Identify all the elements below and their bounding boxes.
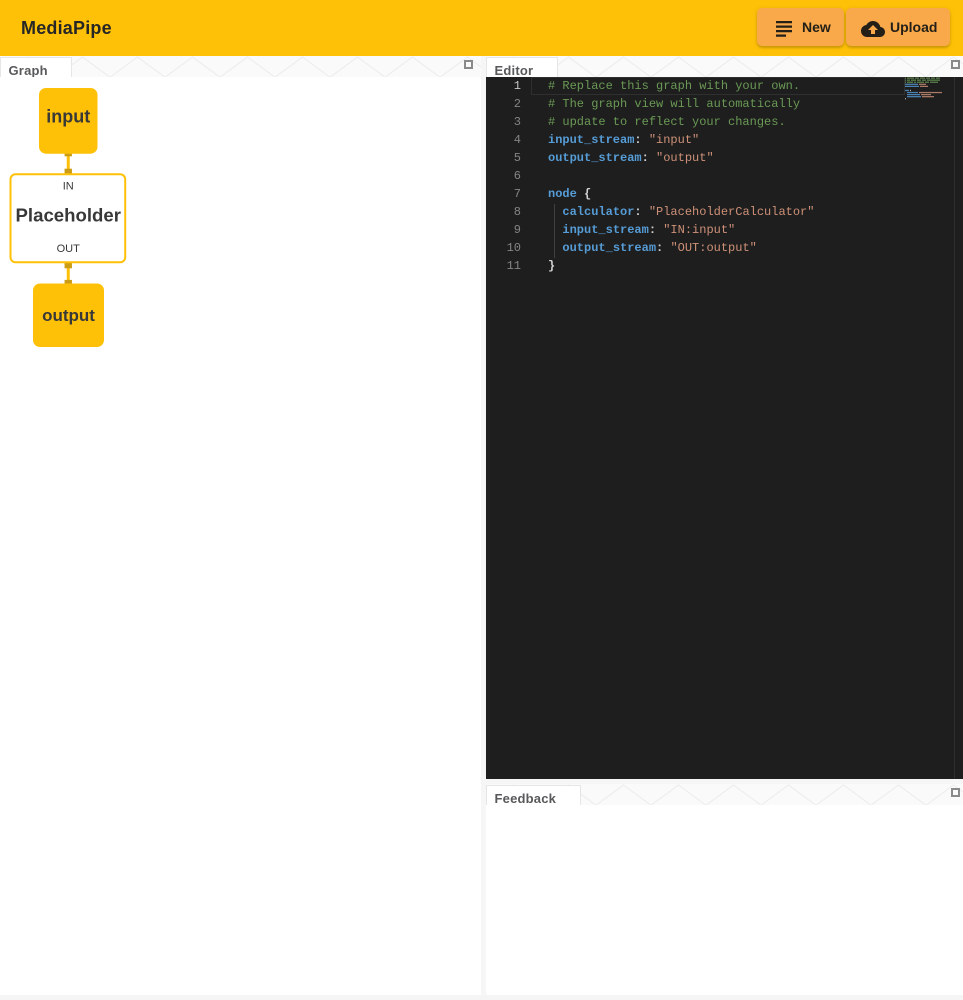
svg-text:Placeholder: Placeholder (16, 205, 121, 226)
svg-text:input: input (46, 107, 90, 127)
svg-text:OUT: OUT (57, 243, 81, 255)
svg-text:IN: IN (63, 181, 74, 193)
svg-text:output: output (42, 306, 95, 325)
